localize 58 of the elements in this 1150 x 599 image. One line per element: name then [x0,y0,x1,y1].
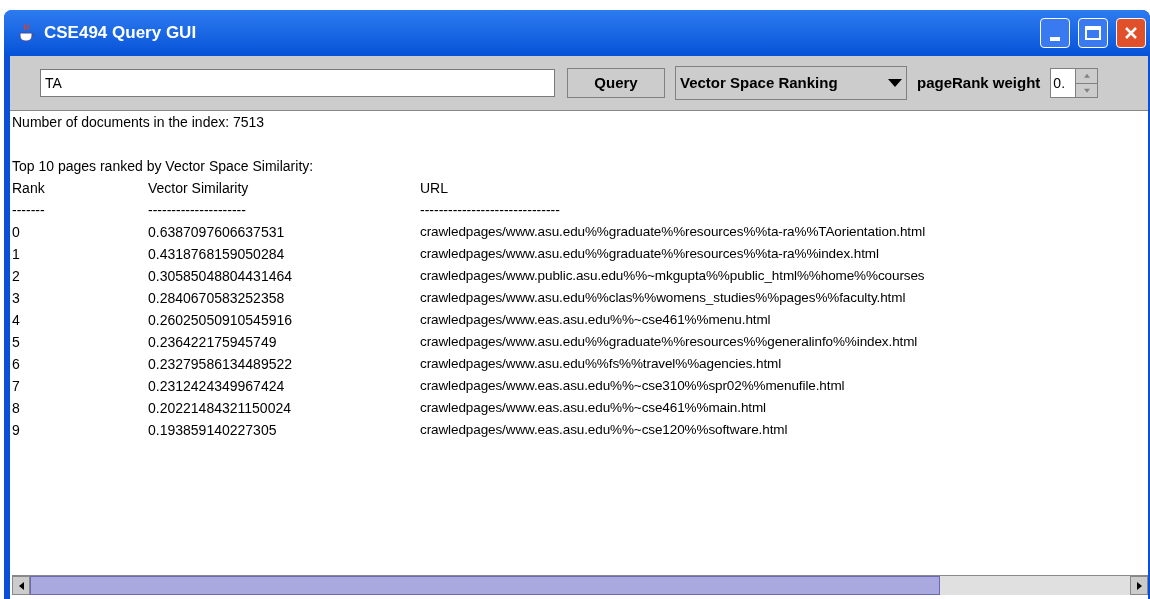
url-cell-text: crawledpages/www.asu.edu%%clas%%womens_studies%%pages%%faculty.html [420,289,906,307]
close-icon [1124,26,1138,40]
similarity-cell-text: 0.26025050910545916 [148,311,294,330]
url-cell-text: crawledpages/www.eas.asu.edu%%~cse461%%menu.html [420,311,771,329]
column-header: Vector Similarity [148,179,250,198]
window-title: CSE494 Query GUI [44,22,198,45]
rank-cell-text: 1 [12,245,21,264]
weight-spinner[interactable]: 0. [1050,68,1099,98]
similarity-cell-text: 0.30585048804431464 [148,267,294,286]
similarity-cell-text: 0.20221484321150024 [148,399,292,418]
rank-cell-text: 6 [12,355,21,374]
dashed-rule: ------- [12,202,45,218]
url-cell-text: crawledpages/www.asu.edu%%graduate%%resources%%ta-ra%%index.html [420,245,879,263]
rank-cell-text: 3 [12,289,21,308]
similarity-cell-text: 0.4318768159050284 [148,245,286,264]
url-cell-text: crawledpages/www.eas.asu.edu%%~cse310%%spr02%%menufile.html [420,377,845,395]
rank-cell-text: 4 [12,311,21,330]
similarity-cell-text: 0.193859140227305 [148,421,278,440]
scroll-right-button[interactable] [1130,576,1148,595]
ranking-dropdown[interactable]: Vector Space Ranking [675,66,907,100]
maximize-icon [1085,26,1101,40]
similarity-cell-text: 0.2840670583252358 [148,289,286,308]
rank-cell-text: 2 [12,267,21,286]
rank-cell-text: 8 [12,399,21,418]
left-arrow-icon [18,581,24,590]
right-arrow-icon [1136,581,1142,590]
maximize-button[interactable] [1078,18,1108,48]
scroll-left-button[interactable] [12,576,30,595]
weight-label: pageRank weight [917,72,1041,93]
url-cell-text: crawledpages/www.asu.edu%%graduate%%resources%%generalinfo%%index.html [420,333,918,351]
url-cell-text: crawledpages/www.asu.edu%%graduate%%resources%%ta-ra%%TAorientation.html [420,223,926,241]
column-header: URL [420,179,448,198]
url-cell-text: crawledpages/www.eas.asu.edu%%~cse461%%main.html [420,399,766,417]
similarity-cell-text: 0.23279586134489522 [148,355,294,374]
results-heading: Top 10 pages ranked by Vector Space Similarity: [12,157,315,176]
minimize-button[interactable] [1040,18,1070,48]
rank-cell-text: 0 [12,223,21,242]
url-cell-text: crawledpages/www.public.asu.edu%%~mkgupta%%public_html%%home%%courses [420,267,925,285]
url-cell-text: crawledpages/www.asu.edu%%fs%%travel%%agencies.html [420,355,782,373]
dropdown-caret-icon [888,79,902,87]
similarity-cell-text: 0.2312424349967424 [148,377,286,396]
rank-cell-text: 7 [12,377,21,396]
similarity-cell-text: 0.236422175945749 [148,333,278,352]
summary-text: Number of documents in the index: 7513 [12,113,266,132]
coffee-cup-icon [18,23,36,43]
column-header: Rank [12,179,46,198]
query-button[interactable]: Query [567,68,665,98]
url-cell-text: crawledpages/www.eas.asu.edu%%~cse120%%software.html [420,421,788,439]
close-button[interactable] [1116,18,1146,48]
rank-cell-text: 9 [12,421,21,440]
similarity-cell-text: 0.6387097606637531 [148,223,286,242]
dashed-rule: --------------------- [148,202,246,218]
horizontal-scrollbar[interactable] [12,575,1148,595]
rank-cell-text: 5 [12,333,21,352]
minimize-icon [1050,37,1060,41]
query-input[interactable]: TA [40,69,555,97]
scrollbar-thumb[interactable] [30,576,940,595]
dashed-rule: ------------------------------ [420,202,560,218]
